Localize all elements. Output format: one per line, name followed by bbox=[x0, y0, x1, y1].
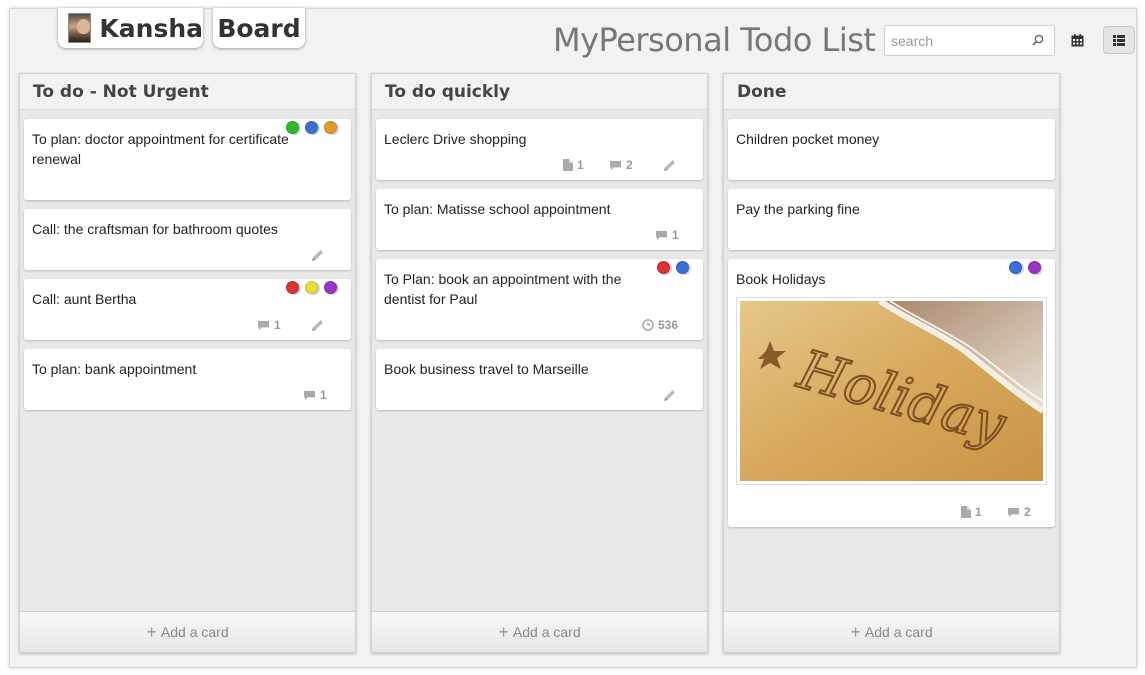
card-title: Book Holidays bbox=[736, 271, 826, 287]
card-title: To plan: Matisse school appointment bbox=[384, 201, 611, 217]
comment-count: 2 bbox=[609, 158, 633, 172]
add-card-label: Add a card bbox=[160, 624, 229, 640]
calendar-icon bbox=[1071, 33, 1083, 46]
clock-icon bbox=[642, 319, 654, 331]
page-title: MyPersonal Todo List bbox=[553, 21, 876, 59]
list-column-done: Done Children pocket money Pay the parki… bbox=[723, 73, 1060, 653]
add-card-button[interactable]: + Add a card bbox=[372, 611, 707, 652]
comment-count: 2 bbox=[1007, 505, 1031, 519]
attachment-icon bbox=[563, 159, 573, 171]
comment-icon bbox=[609, 160, 622, 171]
label-dot-blue bbox=[676, 261, 689, 274]
plus-icon: + bbox=[498, 621, 509, 642]
card-title: To plan: doctor appointment for certific… bbox=[32, 131, 289, 167]
plus-icon: + bbox=[146, 621, 157, 642]
card-labels bbox=[1009, 261, 1041, 274]
comment-count: 1 bbox=[303, 388, 327, 402]
card-parking-fine[interactable]: Pay the parking fine bbox=[728, 189, 1055, 250]
card-cover-image[interactable]: Holiday bbox=[736, 297, 1047, 485]
label-dot-purple bbox=[1028, 261, 1041, 274]
label-dot-blue bbox=[305, 121, 318, 134]
comment-icon bbox=[1007, 507, 1020, 518]
beach-holiday-image: Holiday bbox=[740, 298, 1045, 481]
card-title: To Plan: book an appointment with the de… bbox=[384, 271, 622, 307]
list-view-icon bbox=[1113, 34, 1125, 46]
attachment-count: 1 bbox=[961, 505, 982, 519]
card-leclerc-shopping[interactable]: Leclerc Drive shopping 1 2 bbox=[376, 119, 703, 180]
card-book-holidays[interactable]: Book Holidays Holiday 1 2 bbox=[728, 259, 1055, 527]
card-bank-appointment[interactable]: To plan: bank appointment 1 bbox=[24, 349, 351, 410]
label-dot-orange bbox=[324, 121, 337, 134]
add-card-label: Add a card bbox=[512, 624, 581, 640]
add-card-label: Add a card bbox=[864, 624, 933, 640]
card-title: Leclerc Drive shopping bbox=[384, 131, 527, 147]
comment-icon bbox=[303, 390, 316, 401]
time-spent: 536 bbox=[642, 318, 678, 332]
card-labels bbox=[657, 261, 689, 274]
card-title: Call: the craftsman for bathroom quotes bbox=[32, 221, 278, 237]
list-view-button[interactable] bbox=[1103, 26, 1135, 54]
board-tab[interactable]: Board bbox=[213, 8, 305, 48]
column-title: To do - Not Urgent bbox=[20, 74, 355, 110]
label-dot-red bbox=[657, 261, 670, 274]
card-aunt-bertha[interactable]: Call: aunt Bertha 1 bbox=[24, 279, 351, 340]
card-matisse-school[interactable]: To plan: Matisse school appointment 1 bbox=[376, 189, 703, 250]
list-column-not-urgent: To do - Not Urgent To plan: doctor appoi… bbox=[19, 73, 356, 653]
card-doctor-appointment[interactable]: To plan: doctor appointment for certific… bbox=[24, 119, 351, 200]
card-title: To plan: bank appointment bbox=[32, 361, 197, 377]
card-pocket-money[interactable]: Children pocket money bbox=[728, 119, 1055, 180]
card-title: Call: aunt Bertha bbox=[32, 291, 137, 307]
attachment-icon bbox=[961, 506, 971, 518]
pencil-icon[interactable] bbox=[311, 319, 324, 332]
board-label: Board bbox=[217, 13, 301, 43]
pencil-icon[interactable] bbox=[311, 249, 324, 262]
avatar bbox=[68, 13, 92, 43]
search-icon[interactable] bbox=[1032, 34, 1044, 46]
pencil-icon[interactable] bbox=[663, 389, 676, 402]
comment-count: 1 bbox=[655, 228, 679, 242]
card-craftsman-call[interactable]: Call: the craftsman for bathroom quotes bbox=[24, 209, 351, 270]
attachment-count: 1 bbox=[563, 158, 584, 172]
plus-icon: + bbox=[850, 621, 861, 642]
card-business-travel[interactable]: Book business travel to Marseille bbox=[376, 349, 703, 410]
comment-icon bbox=[655, 230, 668, 241]
card-title: Book business travel to Marseille bbox=[384, 361, 589, 377]
label-dot-yellow bbox=[305, 281, 318, 294]
comment-icon bbox=[257, 320, 270, 331]
label-dot-blue bbox=[1009, 261, 1022, 274]
search-box bbox=[884, 25, 1055, 56]
pencil-icon[interactable] bbox=[663, 159, 676, 172]
calendar-button[interactable] bbox=[1065, 28, 1089, 52]
comment-count: 1 bbox=[257, 318, 281, 332]
card-title: Children pocket money bbox=[736, 131, 880, 147]
add-card-button[interactable]: + Add a card bbox=[724, 611, 1059, 652]
user-name: Kansha bbox=[99, 13, 203, 43]
search-input[interactable] bbox=[885, 26, 1025, 55]
column-title: Done bbox=[724, 74, 1059, 110]
user-tab[interactable]: Kansha bbox=[58, 8, 203, 48]
add-card-button[interactable]: + Add a card bbox=[20, 611, 355, 652]
card-title: Pay the parking fine bbox=[736, 201, 860, 217]
card-dentist-paul[interactable]: To Plan: book an appointment with the de… bbox=[376, 259, 703, 340]
column-title: To do quickly bbox=[372, 74, 707, 110]
label-dot-purple bbox=[324, 281, 337, 294]
list-column-quickly: To do quickly Leclerc Drive shopping 1 2… bbox=[371, 73, 708, 653]
